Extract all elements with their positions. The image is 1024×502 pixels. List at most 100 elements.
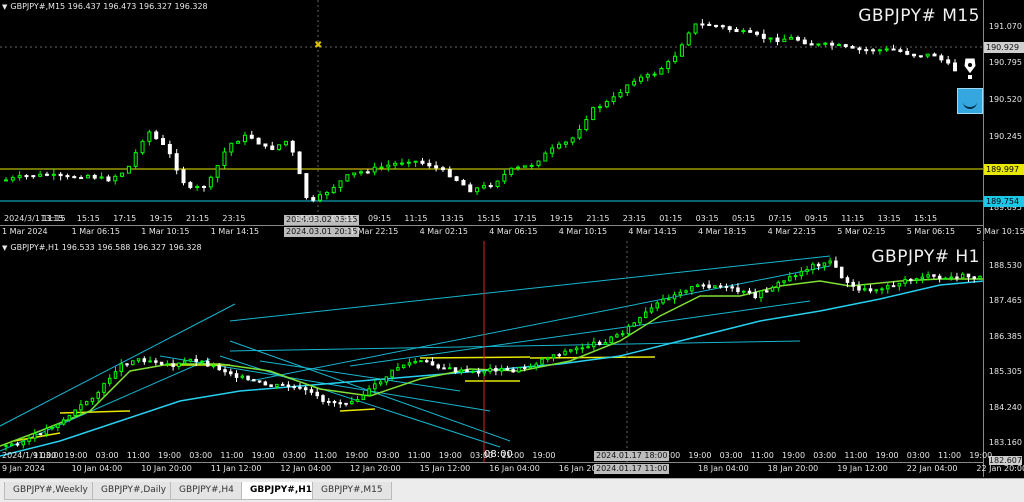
m15-candle — [570, 137, 575, 143]
h1-candle — [574, 347, 579, 351]
h1-candle — [407, 362, 412, 366]
h1-candle — [886, 285, 890, 290]
h1-candle — [695, 284, 700, 288]
m15-candle — [277, 144, 282, 150]
h1-candle — [972, 276, 976, 279]
date-label: 1 Mar 10:15 — [141, 227, 190, 236]
h1-candle — [131, 360, 135, 366]
date-label: 4 Mar 14:15 — [628, 227, 677, 236]
m15-chart-pane[interactable]: ✖ ▼ GBPJPY#,M15 196.437 196.473 196.327 1… — [0, 0, 1024, 240]
m15-candle — [17, 175, 22, 179]
m15-candle — [755, 31, 760, 35]
date-label: 1 Mar 14:15 — [210, 227, 260, 236]
h1-candle — [240, 375, 245, 378]
h1-candle — [776, 281, 781, 289]
h1-candle — [753, 292, 757, 299]
h1-candle — [551, 354, 556, 359]
h1-candle — [350, 400, 354, 405]
tab-h4[interactable]: GBPJPY#,H4 — [170, 482, 243, 500]
time-label: 17:15 — [513, 214, 537, 223]
m15-time-axis[interactable]: 2024/3/1 11:15 13:15 15:15 17:15 19:15 21:15 2… — [0, 214, 1024, 240]
time-label: 03:00 — [813, 451, 837, 460]
h1-candle — [741, 290, 746, 293]
time-label: 13:15 — [40, 214, 64, 223]
time-label: 19:15 — [149, 214, 173, 223]
h1-candle — [799, 270, 804, 277]
h1-candle — [119, 363, 124, 373]
h1-candle — [615, 334, 619, 338]
time-label: 21:15 — [186, 214, 210, 223]
m15-candle — [618, 92, 623, 98]
h1-candle — [182, 360, 187, 364]
m15-candle — [604, 101, 609, 108]
m15-candle — [543, 152, 548, 162]
h1-candle — [465, 369, 469, 373]
crosshair-marker: ✖ — [314, 40, 322, 51]
m15-candle — [488, 185, 493, 188]
m15-candle — [550, 147, 555, 154]
date-label: 10 Jan 04:00 — [71, 464, 123, 473]
h1-candle — [211, 365, 216, 368]
m15-candle — [133, 152, 138, 167]
h1-candle — [125, 363, 129, 366]
m15-candle — [666, 61, 671, 70]
time-label: 13:15 — [440, 214, 464, 223]
m15-candle — [85, 174, 90, 179]
m15-candle — [359, 171, 364, 174]
time-label: 19:00 — [688, 451, 712, 460]
h1-chart-pane[interactable]: ▼ GBPJPY#,H1 196.533 196.588 196.327 196.… — [0, 241, 1024, 477]
m15-price-chart[interactable]: ✖ — [0, 0, 1024, 240]
m15-candle — [420, 160, 425, 164]
m15-candle — [850, 46, 855, 49]
m15-candle — [795, 36, 800, 41]
trade-signal-icon[interactable] — [957, 88, 983, 114]
m15-candle — [932, 53, 937, 57]
tab-h1[interactable]: GBPJPY#,H1 — [241, 482, 322, 500]
date-label: 11 Jan 12:00 — [210, 464, 262, 473]
h1-candle — [171, 363, 175, 367]
h1-candle — [378, 381, 383, 385]
h1-candle — [90, 397, 95, 403]
tab-daily[interactable]: GBPJPY#,Daily — [92, 482, 176, 500]
h1-candle — [816, 263, 821, 267]
time-label: 11:15 — [404, 214, 428, 223]
h1-candle — [165, 363, 170, 366]
h1-candle — [44, 428, 49, 435]
h1-candle — [471, 370, 475, 373]
h1-candle — [436, 364, 440, 369]
m15-candle — [707, 23, 712, 26]
h1-candle — [286, 384, 291, 388]
h1-ohlc-header: ▼ GBPJPY#,H1 196.533 196.588 196.327 196.… — [2, 243, 202, 252]
date-label: 5 Mar 10:15 — [976, 227, 1024, 236]
tab-m15[interactable]: GBPJPY#,M15 — [312, 482, 392, 500]
m15-candle — [372, 166, 377, 173]
h1-candle — [926, 274, 930, 278]
h1-time-axis[interactable]: 2024/1/9 03:00 11:00 19:00 03:00 11:00 19:00 0… — [0, 449, 1024, 477]
pen-icon[interactable] — [961, 56, 979, 80]
date-label: 12 Jan 20:00 — [350, 464, 401, 473]
h1-candle — [148, 360, 152, 363]
time-label: 15:15 — [914, 214, 938, 223]
h1-candle — [200, 360, 204, 363]
h1-candle — [303, 387, 308, 391]
h1-price-chart[interactable] — [0, 241, 1024, 477]
time-label: 09:15 — [368, 214, 392, 223]
m15-candle — [563, 141, 568, 145]
m15-candle — [311, 197, 316, 201]
m15-candle — [297, 151, 302, 175]
price-tick: 190.520 — [988, 95, 1022, 104]
h1-candle — [275, 383, 279, 387]
tab-weekly[interactable]: GBPJPY#,Weekly — [4, 482, 97, 500]
date-label: 15 Jan 12:00 — [419, 464, 471, 473]
m15-candle — [270, 145, 275, 150]
date-label: 4 Mar 18:15 — [698, 227, 747, 236]
m15-candle — [789, 36, 794, 40]
m15-candle — [65, 175, 70, 178]
h1-candle — [834, 260, 838, 268]
h1-price-axis[interactable]: 188.530 187.465 186.385 185.305 184.240 183.1… — [983, 241, 1024, 477]
h1-candle — [718, 285, 723, 288]
h1-candle — [38, 433, 43, 436]
date-label: 19 Jan 12:00 — [837, 464, 888, 473]
h1-candle — [845, 277, 850, 283]
h1-candle — [344, 402, 348, 405]
